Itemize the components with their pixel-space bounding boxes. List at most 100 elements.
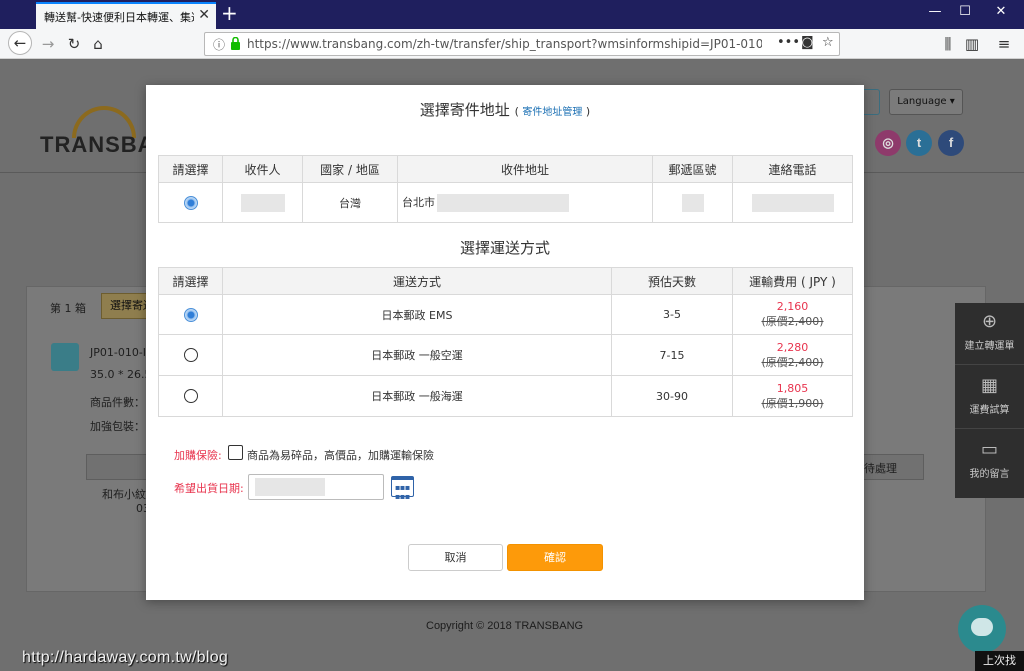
chat-bubble-icon[interactable] [958, 605, 1006, 653]
ship-date-label: 希望出貨日期: [174, 482, 244, 495]
shipping-radio-sea[interactable] [183, 389, 198, 403]
shipping-radio-air[interactable] [183, 348, 198, 362]
tab-title: 轉送幫-快速便利日本轉運、集運 [44, 11, 194, 24]
reload-icon[interactable]: ↻ [62, 33, 86, 55]
method-cell: 日本郵政 EMS [222, 294, 612, 335]
price-now: 2,280 [776, 340, 809, 354]
handle-status: 待處理 [864, 462, 897, 475]
pocket-icon[interactable]: ◙ [801, 35, 814, 50]
col-select: 請選擇 [158, 155, 223, 183]
ship-date-input[interactable] [248, 474, 384, 500]
address-radio[interactable] [183, 195, 198, 210]
shipping-radio-ems[interactable] [183, 307, 198, 322]
corner-button[interactable]: 上次找 [975, 651, 1024, 671]
facebook-icon[interactable]: f [938, 130, 964, 156]
library-icon[interactable]: ⫼ [936, 33, 960, 55]
table-row[interactable]: 日本郵政 一般海運 30-90 1,805 (原價1,900) [158, 375, 853, 417]
address-table-header: 請選擇 收件人 國家 / 地區 收件地址 郵遞區號 連絡電話 [158, 155, 853, 183]
date-redacted [255, 478, 325, 496]
insurance-label: 加購保險: [174, 449, 222, 462]
info-icon[interactable]: ⓘ [213, 36, 225, 53]
address-manage-link[interactable]: 寄件地址管理 [522, 107, 582, 118]
col-days: 預估天數 [611, 267, 733, 295]
box-number: 第 1 箱 [50, 302, 86, 315]
close-window-icon[interactable]: ✕ [986, 4, 1016, 19]
home-icon[interactable]: ⌂ [86, 33, 110, 55]
days-cell: 3-5 [611, 294, 733, 335]
item-size: 35.0 * 26.5 [90, 368, 152, 381]
browser-tabbar: 轉送幫-快速便利日本轉運、集運 ✕ + — ☐ ✕ [0, 0, 1024, 29]
price-original: (原價1,900) [761, 396, 824, 410]
sidebar-item-fee-calc[interactable]: ▦ 運費試算 [955, 367, 1024, 429]
address-prefix: 台北市 [402, 195, 435, 209]
twitter-icon[interactable]: t [906, 130, 932, 156]
price-original: (原價2,400) [761, 355, 824, 369]
watermark-text: http://hardaway.com.tw/blog [22, 649, 229, 666]
insurance-text[interactable]: 商品為易碎品，高價品，加購運輸保險 [247, 447, 434, 463]
select-shipping-button[interactable]: 選擇寄送方式 [101, 293, 149, 319]
col-address: 收件地址 [397, 155, 653, 183]
shipping-table: 請選擇 運送方式 預估天數 運輸費用 ( JPY ) 日本郵政 EMS 3-5 … [158, 267, 853, 417]
address-cell: 台北市 [397, 182, 653, 223]
fee-cell: 1,805 (原價1,900) [732, 375, 853, 417]
page-actions-icon[interactable]: ••• [777, 35, 800, 50]
item-count-label: 商品件數： [90, 396, 145, 409]
browser-tab[interactable]: 轉送幫-快速便利日本轉運、集運 ✕ [36, 2, 216, 29]
browser-navbar: ← → ↻ ⌂ ⓘ https://www.transbang.com/zh-t… [0, 29, 1024, 59]
insurance-checkbox[interactable] [228, 445, 243, 460]
lock-icon [231, 37, 240, 50]
bookmark-star-icon[interactable]: ☆ [822, 35, 834, 50]
calculator-icon: ▦ [980, 375, 998, 396]
cancel-button[interactable]: 取消 [408, 544, 503, 571]
sidebar-item-label: 我的留言 [969, 469, 1010, 480]
maximize-icon[interactable]: ☐ [950, 4, 980, 19]
menu-icon[interactable]: ≡ [992, 33, 1016, 55]
address-redacted [437, 193, 569, 212]
tab-close-icon[interactable]: ✕ [198, 7, 210, 23]
sidebar-item-label: 運費試算 [969, 405, 1010, 416]
col-zip: 郵遞區號 [652, 155, 733, 183]
sidebar-toggle-icon[interactable]: ▥ [960, 33, 984, 55]
country-cell: 台灣 [302, 182, 398, 223]
price-original: (原價2,400) [761, 315, 824, 328]
recipient-redacted [240, 193, 285, 212]
header-button-edge[interactable] [864, 89, 880, 115]
shipping-section-title: 選擇運送方式 [459, 239, 550, 257]
shipping-modal: 選擇寄件地址 ( 寄件地址管理 ) 請選擇 收件人 國家 / 地區 收件地址 郵… [146, 85, 864, 600]
zip-redacted [681, 193, 704, 212]
col-phone: 連絡電話 [732, 155, 853, 183]
url-text: https://www.transbang.com/zh-tw/transfer… [247, 37, 762, 51]
shipping-table-header: 請選擇 運送方式 預估天數 運輸費用 ( JPY ) [158, 267, 853, 295]
col-method: 運送方式 [222, 267, 612, 295]
days-cell: 30-90 [611, 375, 733, 417]
minimize-icon[interactable]: — [920, 4, 950, 19]
language-dropdown[interactable]: Language ▾ [889, 89, 963, 115]
fee-cell: 2,160 (原價2,400) [732, 294, 853, 335]
new-tab-button[interactable]: + [221, 2, 238, 24]
sidebar-item-create-order[interactable]: ⊕ 建立轉運單 [955, 303, 1024, 365]
table-row[interactable]: 台灣 台北市 [158, 182, 853, 223]
days-cell: 7-15 [611, 334, 733, 376]
back-button-icon[interactable]: ← [8, 31, 32, 55]
method-cell: 日本郵政 一般海運 [222, 375, 612, 417]
sidebar-item-messages[interactable]: ▭ 我的留言 [955, 431, 1024, 493]
price-now: 2,160 [776, 300, 809, 313]
modal-title: 選擇寄件地址 ( 寄件地址管理 ) [419, 101, 591, 119]
confirm-button[interactable]: 確認 [507, 544, 603, 571]
address-bar[interactable]: ⓘ https://www.transbang.com/zh-tw/transf… [204, 32, 840, 56]
message-icon: ▭ [980, 439, 998, 460]
table-row[interactable]: 日本郵政 一般空運 7-15 2,280 (原價2,400) [158, 334, 853, 376]
packing-label: 加強包裝： [90, 420, 145, 433]
phone-redacted [751, 193, 834, 212]
fee-cell: 2,280 (原價2,400) [732, 334, 853, 376]
method-cell: 日本郵政 一般空運 [222, 334, 612, 376]
instagram-icon[interactable]: ◎ [875, 130, 901, 156]
col-recipient: 收件人 [222, 155, 303, 183]
plus-circle-icon: ⊕ [981, 311, 998, 332]
calendar-icon[interactable]: ▪▪▪ ▪▪▪ [391, 476, 414, 501]
col-select: 請選擇 [158, 267, 223, 295]
forward-button-icon[interactable]: → [36, 33, 60, 55]
sidebar-item-label: 建立轉運單 [964, 341, 1015, 352]
box-icon [51, 343, 79, 371]
table-row[interactable]: 日本郵政 EMS 3-5 2,160 (原價2,400) [158, 294, 853, 335]
